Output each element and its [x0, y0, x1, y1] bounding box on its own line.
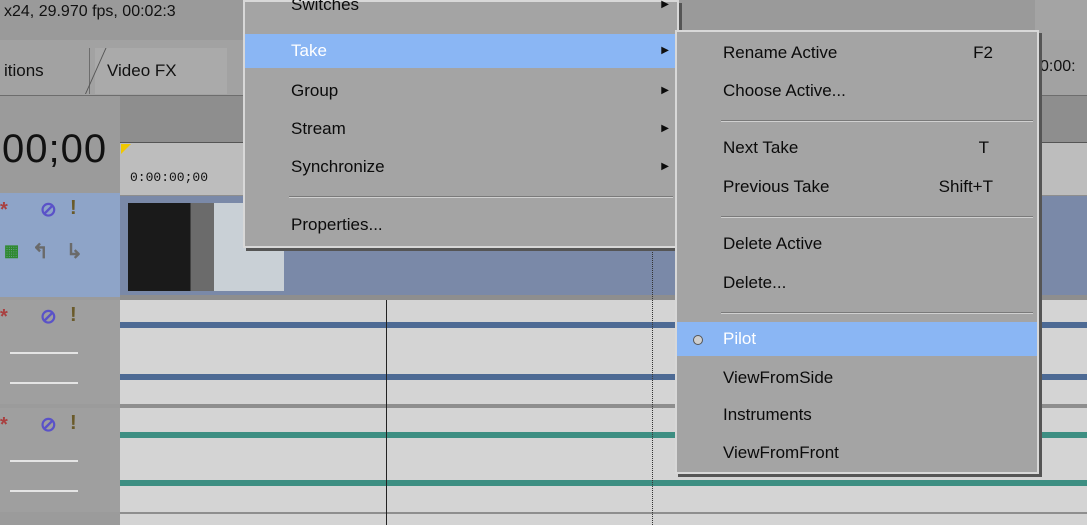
- star-icon[interactable]: *: [0, 199, 8, 222]
- mute-icon[interactable]: ⊘: [40, 412, 57, 437]
- menu-item-previous-take[interactable]: Previous Take Shift+T: [677, 170, 1037, 204]
- menu-separator: [721, 216, 1033, 218]
- effects-icon[interactable]: ▦: [4, 241, 19, 261]
- submenu-arrow-icon: ▶: [661, 45, 669, 56]
- tab-video-fx[interactable]: Video FX: [95, 48, 227, 94]
- audio-waveform: [120, 480, 1087, 486]
- audio-track-header-2[interactable]: * ⊘ !: [0, 408, 120, 512]
- solo-icon[interactable]: !: [70, 197, 77, 220]
- submenu-arrow-icon: ▶: [661, 161, 669, 172]
- menu-separator: [721, 312, 1033, 314]
- menu-item-next-take[interactable]: Next Take T: [677, 131, 1037, 165]
- menu-item-group[interactable]: Group ▶: [245, 74, 677, 108]
- tab-transitions[interactable]: itions: [0, 48, 90, 94]
- volume-slider[interactable]: [10, 352, 78, 354]
- compositing-down-icon[interactable]: ↳: [66, 239, 83, 264]
- info-bar-right: [1035, 0, 1087, 40]
- menu-item-take[interactable]: Take ▶: [245, 34, 677, 68]
- solo-icon[interactable]: !: [70, 304, 77, 327]
- ruler-start-timecode: 0:00:00;00: [130, 170, 209, 185]
- context-menu: Switches ▶ Take ▶ Group ▶ Stream ▶ Synch…: [243, 0, 679, 248]
- menu-item-take-viewfromfront[interactable]: ViewFromFront: [677, 436, 1037, 470]
- radio-dot-icon: [693, 335, 703, 345]
- take-submenu: Rename Active F2 Choose Active... Next T…: [675, 30, 1039, 474]
- menu-item-delete-active[interactable]: Delete Active: [677, 227, 1037, 261]
- mute-icon[interactable]: ⊘: [40, 197, 57, 222]
- cursor-timecode[interactable]: 00;00: [2, 127, 107, 172]
- menu-separator: [721, 120, 1033, 122]
- submenu-arrow-icon: ▶: [661, 123, 669, 134]
- pan-slider[interactable]: [10, 490, 78, 492]
- compositing-up-icon[interactable]: ↰: [32, 239, 49, 264]
- menu-item-rename-active[interactable]: Rename Active F2: [677, 36, 1037, 70]
- solo-icon[interactable]: !: [70, 412, 77, 435]
- volume-slider[interactable]: [10, 460, 78, 462]
- menu-item-take-viewfromside[interactable]: ViewFromSide: [677, 361, 1037, 395]
- mute-icon[interactable]: ⊘: [40, 304, 57, 329]
- edit-cursor-line: [386, 300, 387, 525]
- pan-slider[interactable]: [10, 382, 78, 384]
- audio-track-3[interactable]: [120, 514, 1087, 525]
- video-track-header[interactable]: * ⊘ ! ▦ ↰ ↳: [0, 193, 120, 297]
- star-icon[interactable]: *: [0, 414, 8, 437]
- menu-item-synchronize[interactable]: Synchronize ▶: [245, 150, 677, 184]
- right-timecode: 0:00:: [1040, 58, 1076, 75]
- project-info: x24, 29.970 fps, 00:02:3: [4, 3, 176, 20]
- menu-separator: [289, 196, 673, 198]
- star-icon[interactable]: *: [0, 306, 8, 329]
- loop-marker[interactable]: [121, 144, 131, 154]
- menu-item-choose-active[interactable]: Choose Active...: [677, 74, 1037, 108]
- submenu-arrow-icon: ▶: [661, 85, 669, 96]
- submenu-arrow-icon: ▶: [661, 0, 669, 10]
- menu-item-take-instruments[interactable]: Instruments: [677, 398, 1037, 432]
- menu-item-take-pilot[interactable]: Pilot: [677, 322, 1037, 356]
- menu-item-stream[interactable]: Stream ▶: [245, 112, 677, 146]
- audio-track-header-1[interactable]: * ⊘ !: [0, 300, 120, 404]
- menu-item-delete[interactable]: Delete...: [677, 266, 1037, 300]
- menu-item-switches[interactable]: Switches ▶: [245, 0, 677, 22]
- menu-item-properties[interactable]: Properties...: [245, 208, 677, 242]
